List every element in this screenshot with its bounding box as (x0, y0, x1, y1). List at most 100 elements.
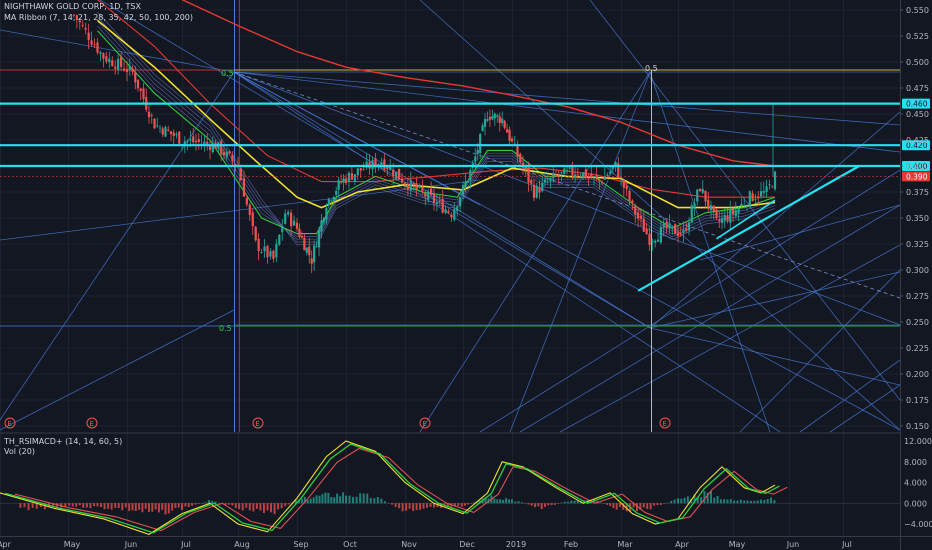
candle-body[interactable] (519, 153, 522, 163)
candle-body[interactable] (386, 166, 389, 170)
candle-body[interactable] (685, 228, 688, 231)
candle-body[interactable] (139, 88, 142, 91)
candle-body[interactable] (720, 218, 724, 223)
candle-body[interactable] (392, 169, 395, 176)
candle-body[interactable] (175, 134, 178, 136)
candle-body[interactable] (601, 182, 604, 184)
candle-body[interactable] (642, 218, 645, 232)
candle-body[interactable] (576, 174, 579, 176)
candle-body[interactable] (715, 209, 718, 219)
candle-body[interactable] (568, 167, 571, 169)
candle-body[interactable] (90, 40, 93, 45)
candle-body[interactable] (292, 220, 296, 226)
candle-body[interactable] (648, 233, 651, 245)
candle-body[interactable] (220, 141, 223, 155)
candle-body[interactable] (712, 205, 715, 212)
candle-body[interactable] (278, 234, 281, 245)
candle-body[interactable] (662, 224, 665, 228)
candle-body[interactable] (81, 25, 84, 26)
candle-body[interactable] (192, 136, 195, 143)
candle-body[interactable] (320, 220, 323, 232)
candle-body[interactable] (541, 182, 544, 192)
candle-body[interactable] (281, 226, 284, 233)
candle-body[interactable] (128, 65, 131, 70)
candle-body[interactable] (147, 111, 151, 118)
candle-body[interactable] (723, 215, 726, 221)
candle-body[interactable] (707, 199, 710, 208)
candle-body[interactable] (186, 140, 189, 142)
candle-body[interactable] (709, 205, 713, 211)
candle-body[interactable] (150, 115, 153, 116)
candle-body[interactable] (197, 139, 200, 143)
candle-body[interactable] (603, 176, 606, 180)
candle-body[interactable] (305, 247, 308, 253)
candle-body[interactable] (189, 139, 192, 141)
candle-body[interactable] (432, 193, 436, 204)
candle-body[interactable] (330, 200, 333, 202)
candle-body[interactable] (406, 184, 409, 190)
candle-body[interactable] (153, 118, 156, 129)
candle-body[interactable] (491, 116, 494, 120)
candle-body[interactable] (745, 205, 749, 207)
rsimacd-legend[interactable]: TH_RSIMACD+ (14, 14, 60, 5) (4, 437, 122, 446)
candle-body[interactable] (563, 168, 566, 175)
candle-body[interactable] (748, 191, 751, 208)
candle-body[interactable] (383, 159, 386, 170)
candle-body[interactable] (389, 166, 392, 170)
candle-body[interactable] (659, 227, 662, 243)
candle-body[interactable] (488, 116, 492, 120)
candle-body[interactable] (272, 250, 275, 259)
candle-body[interactable] (194, 140, 198, 143)
candle-body[interactable] (359, 168, 362, 171)
candle-body[interactable] (552, 173, 555, 179)
candle-body[interactable] (435, 202, 438, 205)
earnings-marker-label[interactable]: E (662, 420, 666, 428)
candle-body[interactable] (481, 125, 484, 132)
candle-body[interactable] (317, 229, 321, 248)
candle-body[interactable] (622, 179, 625, 188)
candle-body[interactable] (290, 212, 293, 227)
candle-body[interactable] (682, 229, 685, 234)
candle-body[interactable] (284, 213, 287, 224)
candle-body[interactable] (506, 129, 509, 133)
candle-body[interactable] (574, 174, 577, 178)
candle-body[interactable] (740, 203, 743, 207)
candle-body[interactable] (628, 190, 631, 202)
candle-body[interactable] (743, 205, 746, 207)
candle-body[interactable] (105, 56, 108, 62)
candle-body[interactable] (674, 224, 677, 235)
candle-body[interactable] (245, 198, 248, 205)
candle-body[interactable] (337, 180, 340, 190)
candle-body[interactable] (619, 176, 623, 178)
candle-body[interactable] (486, 119, 489, 121)
candle-body[interactable] (400, 178, 404, 183)
candle-body[interactable] (242, 178, 245, 197)
candle-body[interactable] (447, 210, 450, 213)
candle-body[interactable] (117, 58, 120, 70)
candle-body[interactable] (461, 185, 465, 195)
candle-body[interactable] (248, 204, 251, 216)
candle-body[interactable] (582, 172, 585, 179)
candle-body[interactable] (498, 116, 501, 124)
candle-body[interactable] (609, 171, 612, 174)
earnings-marker-label[interactable]: E (255, 420, 259, 428)
candle-body[interactable] (172, 132, 175, 136)
candle-body[interactable] (225, 151, 228, 158)
candle-body[interactable] (729, 209, 732, 223)
candle-body[interactable] (625, 185, 628, 190)
candle-body[interactable] (424, 192, 427, 197)
candle-body[interactable] (751, 193, 754, 202)
candle-body[interactable] (560, 172, 563, 174)
candle-body[interactable] (415, 183, 418, 190)
candle-body[interactable] (418, 185, 421, 187)
candle-body[interactable] (543, 179, 547, 183)
candle-body[interactable] (704, 190, 707, 202)
candle-body[interactable] (412, 182, 415, 185)
candle-body[interactable] (450, 214, 453, 218)
chart-canvas[interactable]: 0.50.50.5 0.4600.4200.4000.390 E E E E E0.55… (0, 0, 932, 550)
candle-body[interactable] (549, 177, 552, 182)
candle-body[interactable] (398, 168, 401, 179)
candle-body[interactable] (631, 200, 634, 203)
candle-body[interactable] (102, 52, 105, 59)
candle-body[interactable] (254, 226, 257, 241)
